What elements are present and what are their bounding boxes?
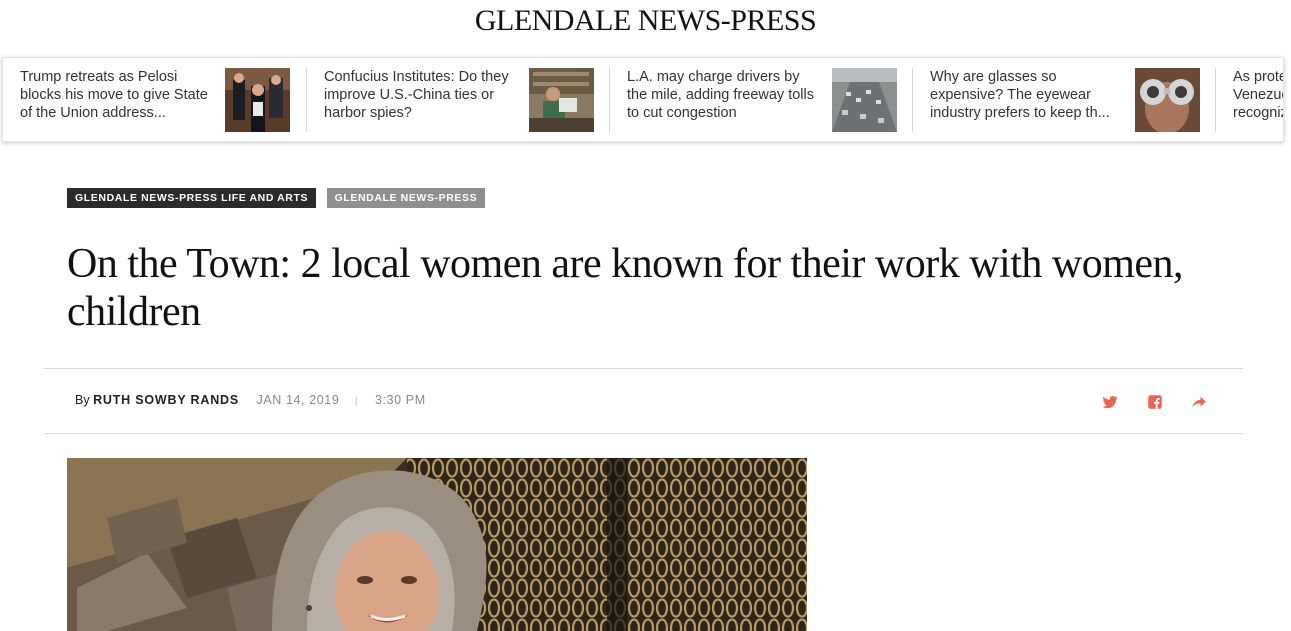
facebook-icon[interactable]: [1146, 393, 1164, 411]
headline-text[interactable]: Confucius Institutes: Do they improve U.…: [324, 68, 519, 122]
author-link[interactable]: RUTH SOWBY RANDS: [93, 393, 239, 407]
headline-card[interactable]: As protesters flood Venezuela's streets,…: [1216, 58, 1283, 141]
headline-thumbnail[interactable]: [529, 68, 594, 132]
byline-prefix: By: [75, 393, 90, 407]
headline-text[interactable]: L.A. may charge drivers by the mile, add…: [627, 68, 822, 122]
divider-top: [43, 368, 1243, 369]
lead-photo: [67, 458, 807, 631]
headline-text[interactable]: Why are glasses so expensive? The eyewea…: [930, 68, 1125, 122]
headline-thumbnail[interactable]: [225, 68, 290, 132]
headline-card[interactable]: L.A. may charge drivers by the mile, add…: [610, 58, 913, 141]
tag-news-press[interactable]: GLENDALE NEWS-PRESS: [326, 188, 486, 208]
byline-separator: |: [354, 396, 358, 407]
headline-text[interactable]: As protesters flood Venezuela's streets,…: [1233, 68, 1283, 122]
byline: By RUTH SOWBY RANDS JAN 14, 2019 | 3:30 …: [75, 393, 426, 411]
masthead: GLENDALE NEWS-PRESS: [0, 0, 1291, 46]
headline-card[interactable]: Confucius Institutes: Do they improve U.…: [307, 58, 610, 141]
publish-time: 3:30 PM: [375, 393, 426, 407]
headline-thumbnail[interactable]: [832, 68, 897, 132]
headline-thumbnail[interactable]: [1135, 68, 1200, 132]
tag-life-and-arts[interactable]: GLENDALE NEWS-PRESS LIFE AND ARTS: [67, 188, 317, 208]
site-logo-link[interactable]: GLENDALE NEWS-PRESS: [475, 4, 817, 38]
headline-card[interactable]: Trump retreats as Pelosi blocks his move…: [3, 58, 306, 141]
headline-strip: Trump retreats as Pelosi blocks his move…: [2, 57, 1284, 142]
headline-text[interactable]: Trump retreats as Pelosi blocks his move…: [20, 68, 215, 122]
article-title: On the Town: 2 local women are known for…: [67, 241, 1184, 335]
divider-bottom: [43, 433, 1243, 434]
publish-date: JAN 14, 2019: [256, 393, 340, 407]
share-icon[interactable]: [1190, 393, 1208, 411]
twitter-icon[interactable]: [1101, 393, 1119, 411]
headline-card[interactable]: Why are glasses so expensive? The eyewea…: [913, 58, 1216, 141]
section-tags: GLENDALE NEWS-PRESS LIFE AND ARTS GLENDA…: [67, 188, 491, 208]
